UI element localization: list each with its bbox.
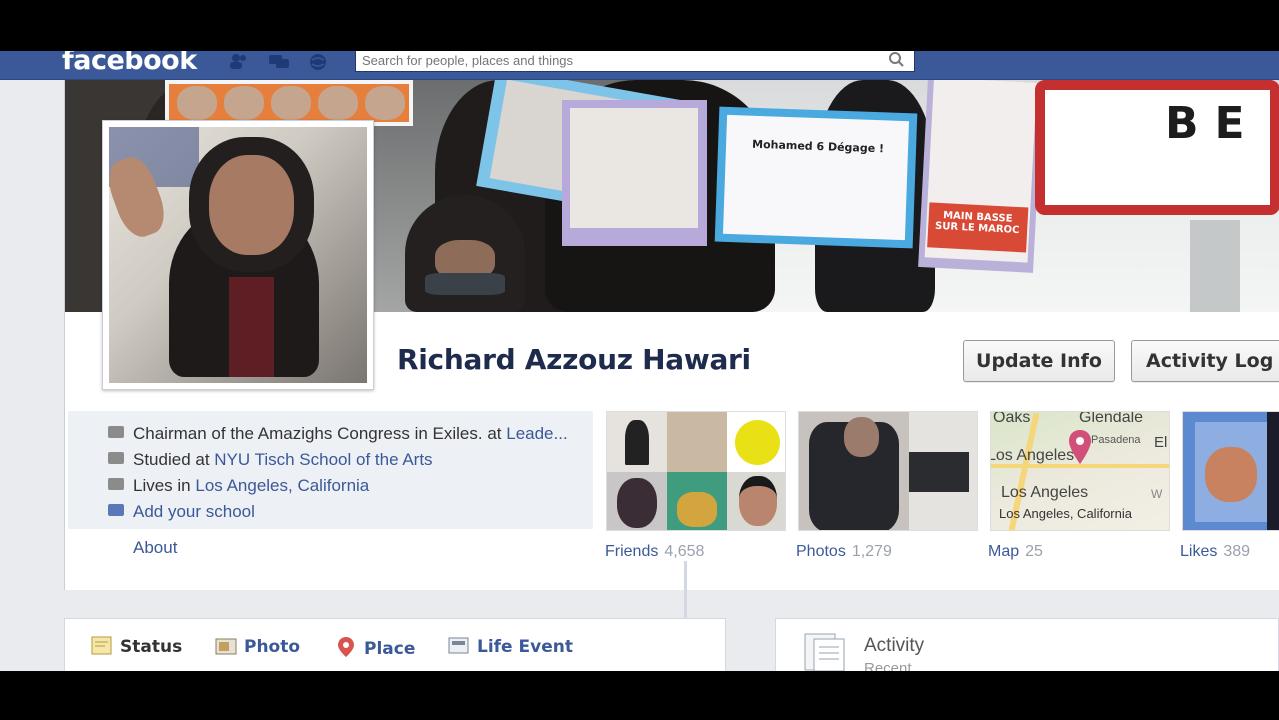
info-study: Studied at NYU Tisch School of the Arts bbox=[108, 450, 433, 470]
briefcase-icon bbox=[108, 426, 124, 438]
activity-box: Activity Recent bbox=[775, 618, 1279, 671]
composer-tab-photo-label: Photo bbox=[244, 637, 301, 657]
composer-tab-place-label: Place bbox=[364, 639, 416, 659]
graduation-cap-icon bbox=[108, 452, 124, 464]
update-info-button[interactable]: Update Info bbox=[963, 340, 1115, 382]
likes-label: Likes bbox=[1180, 543, 1218, 560]
composer-tab-status-label: Status bbox=[120, 637, 183, 657]
video-letterbox-bottom bbox=[0, 671, 1279, 720]
photos-tile-label[interactable]: Photos 1,279 bbox=[796, 543, 892, 561]
map-count: 25 bbox=[1025, 543, 1043, 560]
cover-sign-post bbox=[1190, 220, 1240, 312]
facebook-logo[interactable]: facebook bbox=[62, 51, 197, 76]
map-place-label: Los Angeles bbox=[1001, 484, 1089, 501]
info-work-text: Chairman of the Amazighs Congress in Exi… bbox=[133, 424, 507, 443]
map-place-label: El bbox=[1154, 434, 1168, 451]
facebook-timeline-page: facebook Search for people, places and t… bbox=[0, 51, 1279, 671]
house-icon bbox=[108, 478, 124, 490]
composer-tab-place[interactable]: Place bbox=[335, 636, 415, 659]
notifications-globe-icon[interactable] bbox=[307, 53, 329, 71]
map-label: Map bbox=[988, 543, 1020, 560]
info-work-link[interactable]: Leade... bbox=[506, 424, 567, 443]
map-place-label: Los Angeles, California bbox=[999, 506, 1132, 521]
composer-tab-status[interactable]: Status bbox=[91, 636, 182, 657]
activity-title[interactable]: Activity bbox=[864, 635, 924, 657]
photo-icon bbox=[215, 636, 237, 656]
video-letterbox-top bbox=[0, 0, 1279, 51]
friends-label: Friends bbox=[605, 543, 659, 560]
friends-tile[interactable] bbox=[606, 411, 786, 531]
map-pin-icon bbox=[1069, 430, 1091, 464]
add-school-link[interactable]: Add your school bbox=[133, 502, 255, 521]
top-navigation-bar: facebook bbox=[0, 51, 1279, 80]
about-link[interactable]: About bbox=[133, 538, 177, 558]
info-add-school[interactable]: Add your school bbox=[108, 502, 255, 522]
map-tile[interactable]: Oaks Glendale Pasadena El Los Angeles Lo… bbox=[990, 411, 1170, 531]
profile-picture[interactable] bbox=[102, 120, 374, 390]
placard-red-text: MAIN BASSE SUR LE MAROC bbox=[934, 210, 1020, 237]
map-place-label: Glendale bbox=[1079, 411, 1144, 426]
activity-log-button[interactable]: Activity Log bbox=[1131, 340, 1279, 382]
map-tile-label[interactable]: Map 25 bbox=[988, 543, 1043, 561]
search-input[interactable] bbox=[356, 51, 866, 70]
cover-placard-main: Mohamed 6 Dégage ! bbox=[714, 106, 918, 249]
photos-count: 1,279 bbox=[851, 543, 892, 560]
info-lives-link[interactable]: Los Angeles, California bbox=[195, 476, 369, 495]
info-study-text: Studied at bbox=[133, 450, 215, 469]
likes-tile[interactable] bbox=[1182, 411, 1279, 531]
profile-info-box: Chairman of the Amazighs Congress in Exi… bbox=[68, 411, 593, 529]
info-work: Chairman of the Amazighs Congress in Exi… bbox=[108, 424, 568, 444]
post-composer: Status Photo Place Life Event bbox=[64, 618, 726, 671]
street-sign-text: BE bbox=[1165, 98, 1261, 149]
cover-child bbox=[405, 195, 525, 312]
activity-subtitle: Recent bbox=[864, 660, 912, 671]
search-icon[interactable] bbox=[888, 52, 908, 69]
likes-tile-label[interactable]: Likes 389 bbox=[1180, 543, 1250, 561]
friend-requests-icon[interactable] bbox=[228, 53, 250, 71]
map-place-label: Oaks bbox=[993, 411, 1031, 426]
info-study-link[interactable]: NYU Tisch School of the Arts bbox=[214, 450, 432, 469]
map-place-label: W bbox=[1151, 487, 1163, 501]
map-place-label: Los Angeles bbox=[990, 447, 1075, 464]
friends-count: 4,658 bbox=[664, 543, 705, 560]
life-event-flag-icon bbox=[448, 636, 470, 656]
composer-tab-life-event-label: Life Event bbox=[477, 637, 573, 657]
composer-tab-photo[interactable]: Photo bbox=[215, 636, 300, 657]
info-lives: Lives in Los Angeles, California bbox=[108, 476, 369, 496]
activity-document-icon bbox=[802, 631, 848, 671]
cover-street-sign: BE bbox=[1035, 80, 1279, 215]
graduation-cap-icon bbox=[108, 504, 124, 516]
info-lives-text: Lives in bbox=[133, 476, 196, 495]
timeline-column: Mohamed 6 Dégage ! MAIN BASSE SUR LE MAR… bbox=[64, 80, 1279, 590]
profile-name[interactable]: Richard Azzouz Hawari bbox=[397, 343, 751, 376]
likes-count: 389 bbox=[1223, 543, 1251, 560]
place-pin-icon bbox=[335, 636, 357, 657]
cover-placard-purple bbox=[562, 100, 707, 246]
profile-photo bbox=[109, 127, 367, 383]
composer-tab-life-event[interactable]: Life Event bbox=[448, 636, 573, 657]
search-box[interactable] bbox=[355, 51, 915, 72]
status-note-icon bbox=[91, 636, 113, 656]
activity-log-label: Activity Log bbox=[1146, 350, 1274, 372]
map-place-label: Pasadena bbox=[1091, 434, 1141, 446]
friends-tile-label[interactable]: Friends 4,658 bbox=[605, 543, 704, 561]
photos-tile[interactable] bbox=[798, 411, 978, 531]
photos-label: Photos bbox=[796, 543, 846, 560]
messages-icon[interactable] bbox=[268, 53, 290, 71]
cover-placard-red: MAIN BASSE SUR LE MAROC bbox=[918, 80, 1043, 273]
